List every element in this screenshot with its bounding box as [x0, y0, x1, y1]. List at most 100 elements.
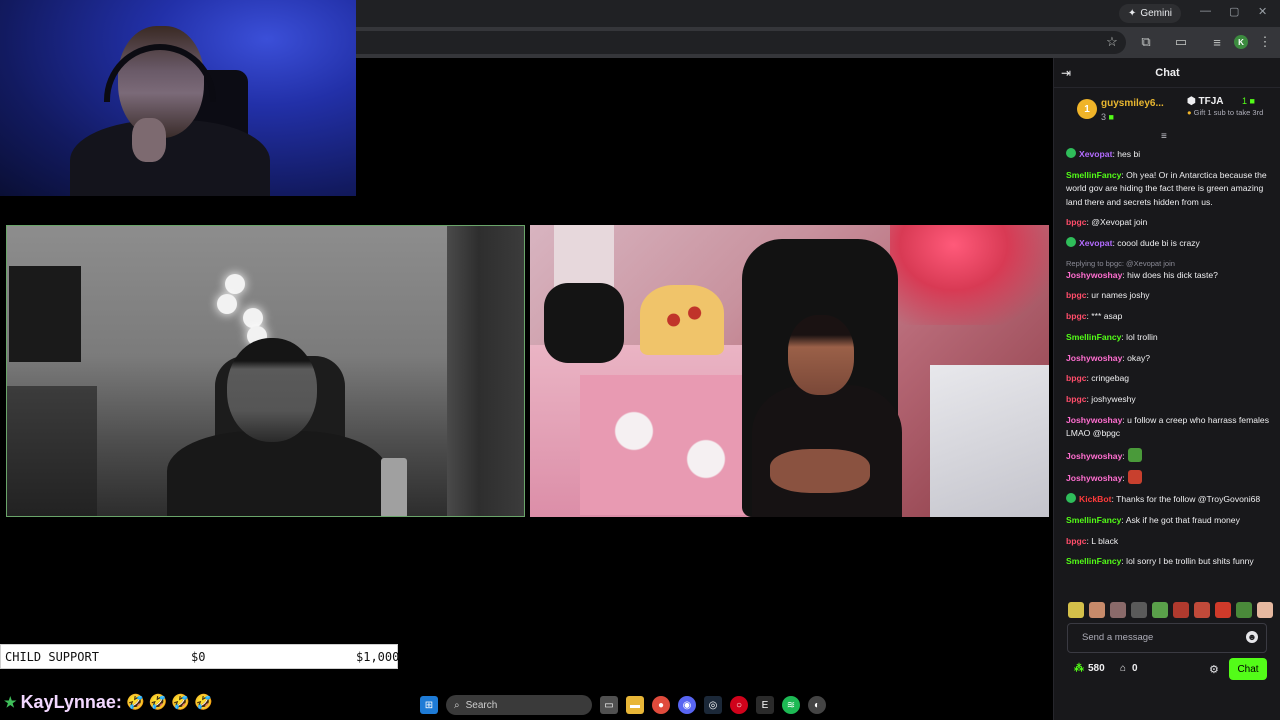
chat-username[interactable]: Joshywoshay: [1066, 353, 1122, 363]
chat-username[interactable]: SmellinFancy: [1066, 515, 1121, 525]
points-icon: ⁂: [1074, 663, 1084, 674]
chat-message-text: : joshyweshy: [1086, 393, 1136, 404]
overlay-chat-line: ★ KayLynnae: 🤣 🤣 🤣 🤣: [4, 689, 213, 715]
chat-settings-icon[interactable]: ⚙: [1209, 663, 1219, 676]
chat-username[interactable]: Joshywoshay: [1066, 473, 1122, 483]
leaderboard-second-count: 1 ■: [1242, 96, 1255, 106]
emote[interactable]: [1215, 602, 1231, 618]
laughing-emoji: 🤣: [148, 694, 168, 711]
chat-username[interactable]: bpgc: [1066, 311, 1087, 321]
gemini-label: Gemini: [1140, 8, 1173, 19]
chat-username[interactable]: bpgc: [1066, 536, 1087, 546]
spotify-icon[interactable]: ≋: [782, 696, 800, 714]
video-tile-right: [530, 225, 1049, 517]
emote[interactable]: [1152, 602, 1168, 618]
chat-username[interactable]: bpgc: [1066, 290, 1087, 300]
chat-emote: [1127, 447, 1142, 462]
chat-username[interactable]: bpgc: [1066, 394, 1087, 404]
goal-current: $0: [191, 650, 206, 664]
epic-games-icon[interactable]: E: [756, 696, 774, 714]
chat-username[interactable]: bpgc: [1066, 373, 1087, 383]
verified-badge-icon: [1066, 237, 1076, 248]
chat-username[interactable]: Joshywoshay: [1066, 415, 1122, 425]
leaderboard-first-name[interactable]: guysmiley6...: [1101, 98, 1164, 109]
video-tile-left: [6, 225, 525, 517]
task-view-icon[interactable]: ▭: [600, 696, 618, 714]
verified-badge-icon: [1066, 493, 1076, 504]
laughing-emoji: 🤣: [194, 694, 213, 711]
emote[interactable]: [1257, 602, 1273, 618]
chat-username[interactable]: SmellinFancy: [1066, 170, 1121, 180]
chat-message-text: : lol trollin: [1121, 331, 1158, 342]
app-icon[interactable]: ○: [730, 696, 748, 714]
address-bar[interactable]: [356, 31, 1126, 54]
emote[interactable]: [1236, 602, 1252, 618]
emote[interactable]: [1194, 602, 1210, 618]
chat-message-text: : lol sorry I be trollin but shits funny: [1121, 556, 1254, 567]
channel-points[interactable]: ⁂ 580: [1074, 663, 1105, 674]
store-icon: ⌂: [1120, 663, 1127, 674]
maximize-icon[interactable]: ▢: [1229, 5, 1239, 18]
emote[interactable]: [1068, 602, 1084, 618]
chat-username[interactable]: Joshywoshay: [1066, 451, 1122, 461]
verified-badge-icon: [1066, 148, 1076, 158]
chat-message: Joshywoshay: u follow a creep who harras…: [1066, 414, 1274, 441]
chat-message: KickBot: Thanks for the follow @TroyGovo…: [1066, 493, 1274, 507]
extensions-icon[interactable]: ⧉: [1138, 34, 1154, 50]
chat-message: SmellinFancy: Ask if he got that fraud m…: [1066, 514, 1274, 528]
laughing-emoji: 🤣: [171, 694, 190, 711]
cast-icon[interactable]: ▭: [1173, 34, 1189, 50]
chat-username[interactable]: Xevopat: [1079, 149, 1112, 159]
chat-username[interactable]: SmellinFancy: [1066, 556, 1121, 566]
close-icon[interactable]: ✕: [1258, 5, 1267, 18]
gift-leaderboard: 1 guysmiley6... 3 ■ ⬢ TFJA 1 ■ ● Gift 1 …: [1054, 89, 1280, 133]
filter-icon[interactable]: ≡: [1161, 131, 1167, 142]
donation-goal-bar: CHILD SUPPORT $0 $1,000: [0, 644, 400, 669]
chat-message: bpgc: *** asap: [1066, 310, 1274, 324]
chat-username[interactable]: bpgc: [1066, 217, 1087, 227]
leaderboard-second-name[interactable]: ⬢ TFJA: [1187, 96, 1224, 107]
chat-title: Chat: [1155, 67, 1180, 79]
goal-label: CHILD SUPPORT: [5, 650, 99, 664]
search-placeholder: Search: [465, 699, 498, 711]
minimize-icon[interactable]: —: [1200, 5, 1211, 17]
chat-message: Joshywoshay:: [1066, 447, 1274, 464]
emoji-picker-icon[interactable]: ☻: [1246, 631, 1258, 643]
emote[interactable]: [1131, 602, 1147, 618]
send-chat-button[interactable]: Chat: [1229, 658, 1267, 680]
bookmark-star-icon[interactable]: ☆: [1104, 34, 1120, 50]
chat-emote: [1127, 470, 1142, 485]
emote[interactable]: [1110, 602, 1126, 618]
chat-message: bpgc: @Xevopat join: [1066, 216, 1274, 230]
leaderboard-first-count: 3 ■: [1101, 112, 1114, 122]
chat-message: bpgc: L black: [1066, 535, 1274, 549]
chat-messages: Xevopat: hes bi SmellinFancy: Oh yea! Or …: [1066, 148, 1274, 576]
goal-target: $1,000: [356, 650, 400, 664]
chat-username[interactable]: SmellinFancy: [1066, 332, 1121, 342]
chat-message: Xevopat: hes bi: [1066, 148, 1274, 162]
emote[interactable]: [1173, 602, 1189, 618]
store-button[interactable]: ⌂ 0: [1120, 663, 1138, 674]
chat-username[interactable]: KickBot: [1079, 494, 1111, 504]
chat-message-text: : coool dude bi is crazy: [1112, 238, 1200, 249]
chat-message-input[interactable]: Send a message: [1067, 623, 1267, 653]
profile-avatar[interactable]: K: [1234, 35, 1248, 49]
file-explorer-icon[interactable]: ▬: [626, 696, 644, 714]
discord-icon[interactable]: ◉: [678, 696, 696, 714]
taskbar-search[interactable]: ⌕ Search: [446, 695, 592, 715]
media-icon[interactable]: ≡: [1209, 34, 1225, 50]
store-count: 0: [1132, 663, 1138, 674]
menu-dots-icon[interactable]: ⋮: [1257, 34, 1273, 50]
gemini-button[interactable]: ✦ Gemini: [1119, 4, 1181, 23]
chat-username[interactable]: Joshywoshay: [1066, 270, 1122, 280]
laughing-emoji: 🤣: [125, 694, 145, 711]
chat-username[interactable]: Xevopat: [1079, 238, 1112, 248]
chrome-icon[interactable]: ●: [652, 696, 670, 714]
obs-icon[interactable]: ◐: [808, 696, 826, 714]
gemini-icon: ✦: [1127, 8, 1137, 19]
windows-start-icon[interactable]: ⊞: [420, 696, 438, 714]
chat-message-text: : hiw does his dick taste?: [1122, 269, 1218, 280]
chat-message-text: :: [1122, 473, 1125, 484]
emote[interactable]: [1089, 602, 1105, 618]
steam-icon[interactable]: ◎: [704, 696, 722, 714]
